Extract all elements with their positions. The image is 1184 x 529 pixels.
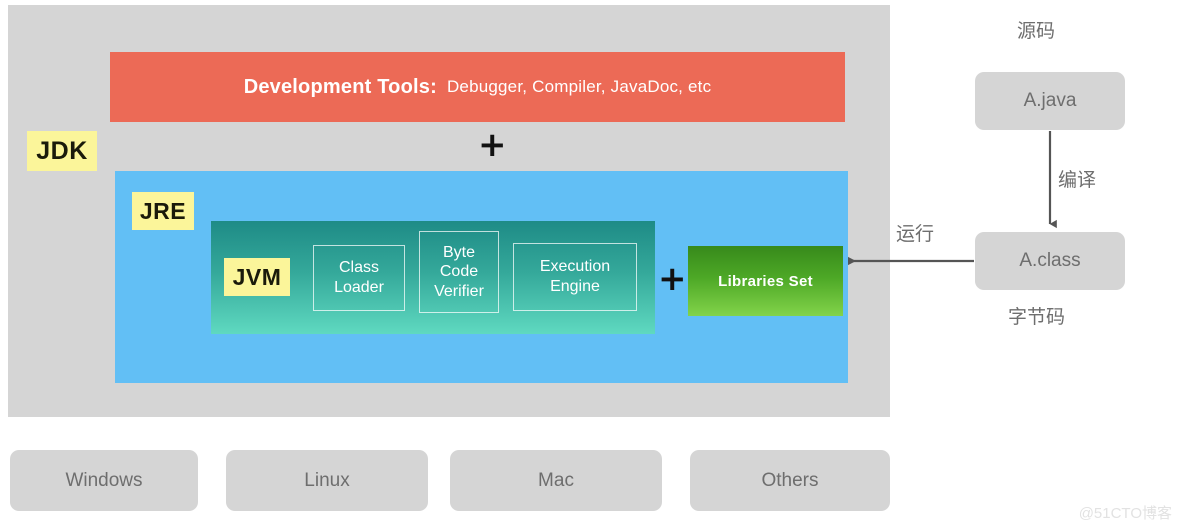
run-label: 运行 — [896, 224, 935, 245]
jvm-label: JVM — [224, 258, 290, 296]
jvm-component-line-1: Execution — [539, 258, 611, 276]
libraries-set-box: Libraries Set — [688, 246, 843, 316]
source-file-box: A.java — [975, 72, 1125, 130]
diagram-canvas: JDK Development Tools: Debugger, Compile… — [0, 0, 1184, 529]
development-tools-title: Development Tools: — [243, 75, 437, 98]
class-file-box: A.class — [975, 232, 1125, 290]
platform-box: Windows — [10, 450, 198, 511]
jvm-component-byte-code-verifier: Byte Code Verifier — [419, 231, 499, 313]
platform-box: Others — [690, 450, 890, 511]
jvm-component-line-2: Engine — [550, 278, 600, 295]
plus-icon-jdk: + — [478, 125, 507, 165]
jvm-component-execution-engine: Execution Engine — [513, 243, 637, 311]
jvm-component-line-3: Verifier — [434, 282, 484, 300]
jvm-component-line-1: Byte — [442, 243, 475, 261]
watermark: @51CTO博客 — [1078, 505, 1172, 522]
platform-box: Linux — [226, 450, 428, 511]
bytecode-label: 字节码 — [1008, 307, 1066, 328]
development-tools-bar: Development Tools: Debugger, Compiler, J… — [110, 52, 845, 122]
jre-label: JRE — [132, 192, 194, 230]
plus-icon-libraries: + — [658, 259, 687, 299]
jvm-component-line-2: Code — [439, 263, 479, 281]
jdk-label: JDK — [27, 131, 97, 171]
jvm-component-line-1: Class — [338, 259, 379, 277]
jvm-component-line-2: Loader — [334, 279, 384, 296]
platform-box: Mac — [450, 450, 662, 511]
source-code-label: 源码 — [1017, 21, 1056, 42]
development-tools-items: Debugger, Compiler, JavaDoc, etc — [446, 77, 712, 96]
jvm-component-class-loader: Class Loader — [313, 245, 405, 311]
compile-label: 编译 — [1058, 170, 1097, 191]
